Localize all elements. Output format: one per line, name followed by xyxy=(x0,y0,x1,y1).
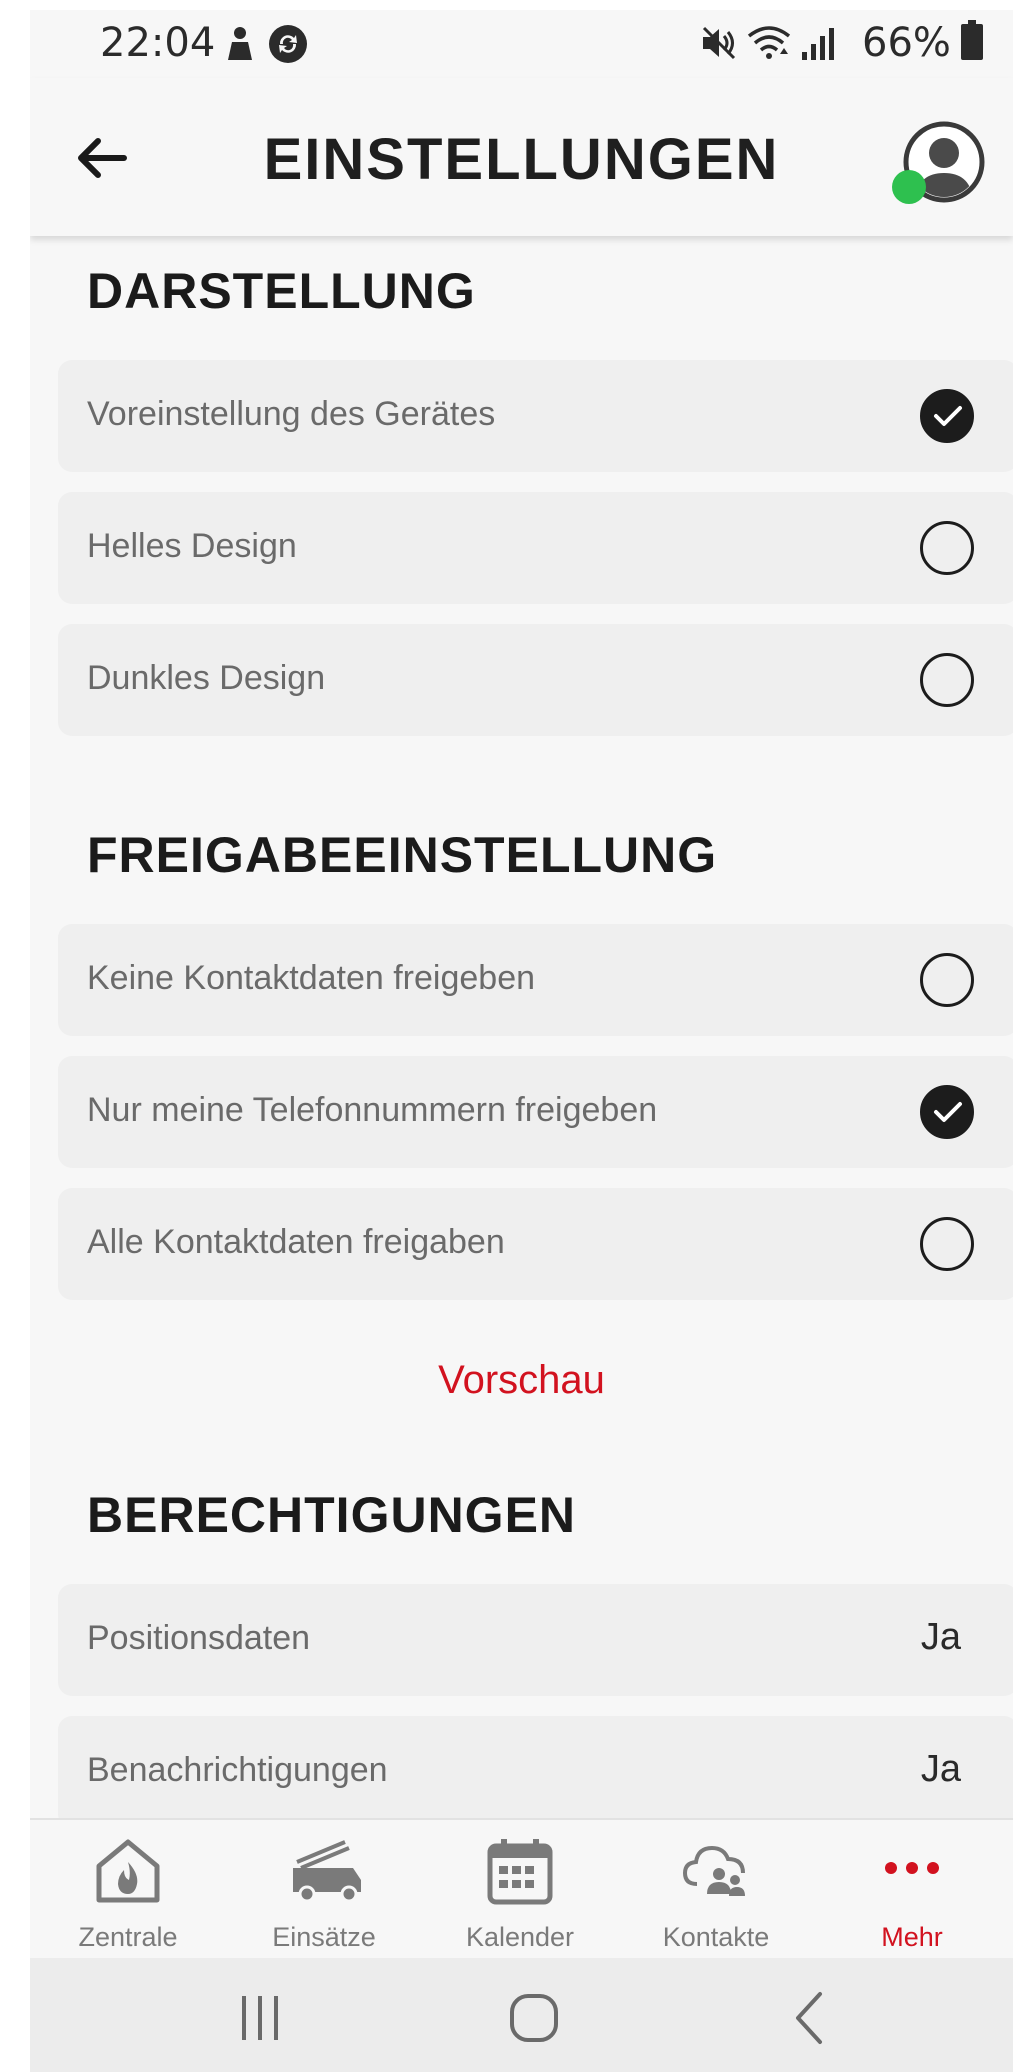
option-label: Voreinstellung des Gerätes xyxy=(87,395,496,433)
online-status-dot xyxy=(892,170,926,204)
back-icon[interactable] xyxy=(782,1988,842,2048)
app-bar: EINSTELLUNGEN xyxy=(30,78,1013,236)
checkmark-icon[interactable] xyxy=(920,389,974,443)
nav-label: Mehr xyxy=(881,1922,943,1952)
fire-truck-icon xyxy=(289,1836,361,1906)
page-title: EINSTELLUNGEN xyxy=(263,127,780,192)
option-device-default[interactable]: Voreinstellung des Gerätes xyxy=(58,360,1013,472)
mute-icon xyxy=(700,24,738,67)
radio-empty-icon[interactable] xyxy=(920,1217,974,1271)
section-title-display: DARSTELLUNG xyxy=(87,263,476,319)
sync-icon xyxy=(268,24,308,69)
option-label: Nur meine Telefonnummern freigeben xyxy=(87,1091,658,1129)
cloud-contacts-icon xyxy=(681,1836,751,1906)
permission-location[interactable]: Positionsdaten Ja xyxy=(58,1584,1013,1696)
nav-label: Zentrale xyxy=(78,1922,178,1952)
section-title-sharing: FREIGABEEINSTELLUNG xyxy=(87,827,718,883)
status-time: 22:04 xyxy=(100,20,216,66)
app-screen: 22:04 66% EINSTELLUNGEN DARSTELLUNG Vore… xyxy=(30,10,1013,2072)
bottom-navigation: Zentrale Einsätze Kalender Kontakte Mehr xyxy=(30,1818,1013,1958)
radio-empty-icon[interactable] xyxy=(920,521,974,575)
fire-station-icon xyxy=(93,1836,163,1906)
nav-item-kalender[interactable]: Kalender xyxy=(422,1820,618,1960)
permission-value: Ja xyxy=(920,1616,961,1658)
battery-percent: 66% xyxy=(862,20,951,66)
battery-icon xyxy=(960,20,984,67)
notification-person-icon xyxy=(222,24,258,69)
wifi-icon xyxy=(746,24,792,67)
nav-label: Einsätze xyxy=(272,1922,376,1952)
system-navigation xyxy=(30,1958,1013,2072)
option-share-none[interactable]: Keine Kontaktdaten freigeben xyxy=(58,924,1013,1036)
option-label: Keine Kontaktdaten freigeben xyxy=(87,959,536,997)
radio-empty-icon[interactable] xyxy=(920,653,974,707)
nav-label: Kontakte xyxy=(662,1922,770,1952)
checkmark-icon[interactable] xyxy=(920,1085,974,1139)
status-bar: 22:04 66% xyxy=(30,10,1013,78)
option-label: Dunkles Design xyxy=(87,659,326,697)
option-dark-design[interactable]: Dunkles Design xyxy=(58,624,1013,736)
signal-icon xyxy=(798,24,838,67)
nav-item-kontakte[interactable]: Kontakte xyxy=(618,1820,814,1960)
option-label: Helles Design xyxy=(87,527,297,565)
nav-item-einsaetze[interactable]: Einsätze xyxy=(226,1820,422,1960)
permission-value: Ja xyxy=(920,1748,961,1790)
radio-empty-icon[interactable] xyxy=(920,953,974,1007)
nav-label: Kalender xyxy=(465,1922,575,1952)
permission-label: Benachrichtigungen xyxy=(87,1751,388,1789)
permission-label: Positionsdaten xyxy=(87,1619,311,1657)
home-icon[interactable] xyxy=(504,1988,564,2048)
nav-item-mehr[interactable]: Mehr xyxy=(814,1820,1010,1960)
option-label: Alle Kontaktdaten freigaben xyxy=(87,1223,505,1261)
section-title-permissions: BERECHTIGUNGEN xyxy=(87,1487,577,1543)
option-share-all[interactable]: Alle Kontaktdaten freigaben xyxy=(58,1188,1013,1300)
option-light-design[interactable]: Helles Design xyxy=(58,492,1013,604)
more-dots-icon xyxy=(877,1836,947,1906)
calendar-icon xyxy=(485,1836,555,1906)
preview-link[interactable]: Vorschau xyxy=(30,1358,1013,1403)
recent-apps-icon[interactable] xyxy=(230,1988,290,2048)
nav-item-zentrale[interactable]: Zentrale xyxy=(30,1820,226,1960)
option-share-phone[interactable]: Nur meine Telefonnummern freigeben xyxy=(58,1056,1013,1168)
permission-notifications[interactable]: Benachrichtigungen Ja xyxy=(58,1716,1013,1828)
